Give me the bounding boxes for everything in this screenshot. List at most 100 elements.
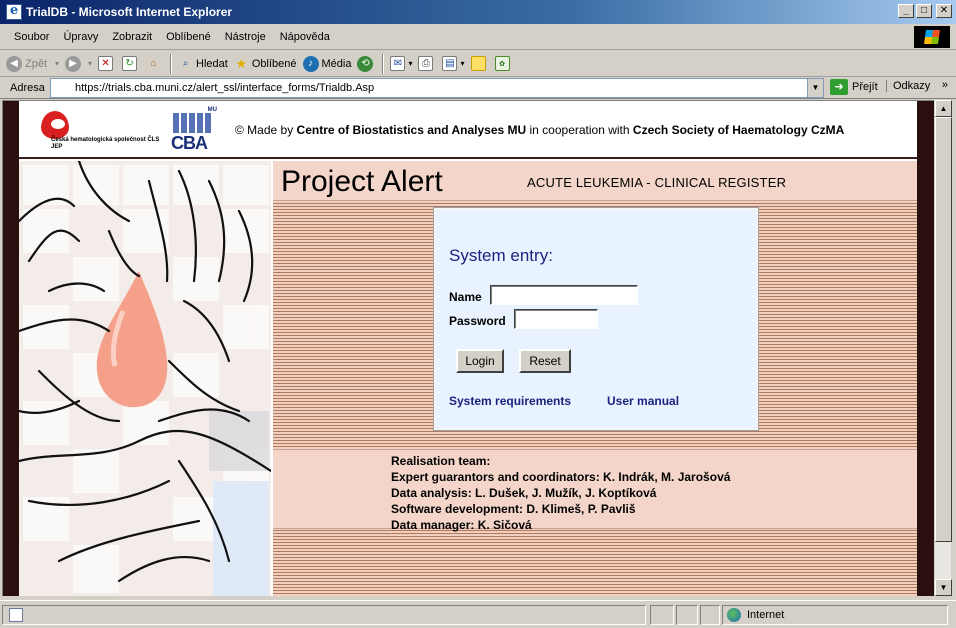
project-title-bar: Project Alert ACUTE LEUKEMIA - CLINICAL … bbox=[273, 161, 917, 201]
search-icon: ⌕ bbox=[182, 58, 189, 69]
stop-icon: ✕ bbox=[98, 56, 114, 71]
go-label: Přejít bbox=[852, 81, 878, 93]
forward-arrow-icon: ▶ bbox=[65, 55, 82, 72]
edit-page-icon: ▤ bbox=[442, 56, 458, 71]
status-text-cell bbox=[2, 605, 646, 625]
star-icon: ★ bbox=[235, 55, 248, 71]
close-button[interactable]: ✕ bbox=[936, 4, 952, 18]
internet-globe-icon bbox=[727, 608, 741, 622]
menu-edit[interactable]: Úpravy bbox=[63, 31, 98, 43]
toolbar-separator bbox=[170, 53, 173, 74]
password-label: Password bbox=[449, 314, 506, 328]
user-manual-link[interactable]: User manual bbox=[607, 394, 679, 408]
refresh-icon: ↻ bbox=[122, 56, 138, 71]
menu-bar: Soubor Úpravy Zobrazit Oblíbené Nástroje… bbox=[0, 24, 956, 50]
notes-button[interactable] bbox=[470, 56, 489, 71]
windows-logo-icon bbox=[914, 26, 950, 48]
address-bar: Adresa https://trials.cba.muni.cz/alert_… bbox=[0, 77, 956, 99]
go-button[interactable]: ➜ Přejít bbox=[830, 79, 878, 95]
address-url[interactable]: https://trials.cba.muni.cz/alert_ssl/int… bbox=[75, 82, 374, 94]
credits-org2: Czech Society of Haematology CzMA bbox=[632, 123, 845, 137]
status-cell bbox=[676, 605, 698, 625]
address-dropdown-icon[interactable]: ▼ bbox=[807, 79, 823, 97]
media-icon: ♪ bbox=[302, 55, 319, 72]
stop-button[interactable]: ✕ bbox=[98, 56, 116, 71]
scroll-up-button[interactable]: ▲ bbox=[935, 100, 952, 117]
forward-button[interactable]: ▶ ▾ bbox=[65, 55, 92, 72]
address-input[interactable]: https://trials.cba.muni.cz/alert_ssl/int… bbox=[50, 78, 824, 98]
back-button[interactable]: ◀ Zpět ▾ bbox=[6, 55, 59, 72]
messenger-icon: ✿ bbox=[494, 56, 510, 71]
menu-file[interactable]: Soubor bbox=[14, 31, 49, 43]
mail-icon: ✉ bbox=[390, 56, 406, 71]
system-requirements-link[interactable]: System requirements bbox=[449, 394, 571, 408]
window-title: TrialDB - Microsoft Internet Explorer bbox=[26, 5, 233, 19]
back-dropdown-icon[interactable]: ▾ bbox=[55, 59, 59, 68]
cba-bars-icon bbox=[173, 113, 213, 133]
toolbar: ◀ Zpět ▾ ▶ ▾ ✕ ↻ ⌂ ⌕ Hledat ★ Oblíbené ♪… bbox=[0, 51, 956, 77]
status-cell bbox=[700, 605, 720, 625]
favorites-label: Oblíbené bbox=[251, 57, 297, 70]
refresh-button[interactable]: ↻ bbox=[122, 56, 140, 71]
scroll-down-button[interactable]: ▼ bbox=[935, 579, 952, 596]
menu-tools[interactable]: Nástroje bbox=[225, 31, 266, 43]
history-button[interactable]: ⟲ bbox=[357, 55, 376, 72]
team-heading: Realisation team: bbox=[391, 454, 491, 468]
window-controls: _ □ ✕ bbox=[898, 4, 952, 18]
back-arrow-icon: ◀ bbox=[6, 55, 22, 72]
zone-label: Internet bbox=[747, 609, 785, 621]
cshs-logo-text: Česká hematologická společnost ČLS JEP bbox=[51, 137, 160, 150]
mail-button[interactable]: ✉ ▾ bbox=[390, 56, 412, 71]
cshs-logo: Česká hematologická společnost ČLS JEP bbox=[37, 109, 159, 153]
menu-view[interactable]: Zobrazit bbox=[112, 31, 152, 43]
toolbar-chevron-icon[interactable]: » bbox=[942, 79, 948, 91]
back-label: Zpět bbox=[25, 57, 48, 70]
home-button[interactable]: ⌂ bbox=[146, 56, 164, 71]
toolbar-separator bbox=[382, 53, 385, 74]
menu-favorites[interactable]: Oblíbené bbox=[166, 31, 211, 43]
edit-button[interactable]: ▤ ▾ bbox=[442, 56, 465, 71]
status-cell bbox=[650, 605, 674, 625]
team-section: Realisation team: Expert guarantors and … bbox=[273, 449, 917, 532]
scroll-thumb[interactable] bbox=[935, 117, 952, 542]
title-bar: TrialDB - Microsoft Internet Explorer _ … bbox=[0, 0, 956, 24]
search-label: Hledat bbox=[196, 57, 228, 70]
security-zone: Internet bbox=[722, 605, 948, 625]
login-panel: System entry: Name Password Login Reset … bbox=[433, 207, 759, 431]
edit-dropdown-icon[interactable]: ▾ bbox=[460, 59, 464, 68]
team-line-analysis: Data analysis: L. Dušek, J. Mužík, J. Ko… bbox=[391, 486, 657, 500]
search-button[interactable]: ⌕ Hledat bbox=[178, 56, 228, 71]
password-input[interactable] bbox=[514, 309, 598, 329]
mail-dropdown-icon[interactable]: ▾ bbox=[408, 59, 412, 68]
messenger-button[interactable]: ✿ bbox=[494, 56, 513, 71]
decorative-illustration bbox=[19, 161, 271, 596]
menu-help[interactable]: Nápověda bbox=[280, 31, 330, 43]
login-heading: System entry: bbox=[449, 246, 553, 265]
reset-button[interactable]: Reset bbox=[519, 349, 571, 373]
print-button[interactable]: ⎙ bbox=[418, 56, 436, 71]
status-bar: Internet bbox=[0, 600, 956, 628]
ie-icon[interactable] bbox=[6, 3, 22, 20]
print-icon: ⎙ bbox=[418, 56, 434, 71]
links-button[interactable]: Odkazy bbox=[886, 80, 930, 92]
cba-logo-text: CBA bbox=[171, 133, 208, 153]
credits-org1: Centre of Biostatistics and Analyses MU bbox=[296, 123, 527, 137]
vertical-scrollbar[interactable]: ▲ ▼ bbox=[934, 100, 952, 596]
name-input[interactable] bbox=[490, 285, 638, 305]
page-icon bbox=[55, 81, 69, 95]
minimize-button[interactable]: _ bbox=[898, 4, 914, 18]
maximize-button[interactable]: □ bbox=[916, 4, 932, 18]
team-line-development: Software development: D. Klimeš, P. Pavl… bbox=[391, 502, 636, 516]
team-line-manager: Data manager: K. Sičová bbox=[391, 518, 532, 532]
credits-prefix: © Made by bbox=[235, 123, 297, 137]
login-button[interactable]: Login bbox=[456, 349, 504, 373]
page-header: Česká hematologická společnost ČLS JEP M… bbox=[19, 101, 917, 159]
page-status-icon bbox=[9, 608, 23, 622]
go-arrow-icon: ➜ bbox=[830, 79, 848, 95]
blood-drop-logo-icon bbox=[41, 111, 69, 139]
web-page: Česká hematologická společnost ČLS JEP M… bbox=[19, 101, 917, 596]
main-panel: Project Alert ACUTE LEUKEMIA - CLINICAL … bbox=[273, 161, 917, 596]
forward-dropdown-icon[interactable]: ▾ bbox=[88, 59, 92, 68]
favorites-button[interactable]: ★ Oblíbené bbox=[234, 56, 297, 71]
media-button[interactable]: ♪ Média bbox=[302, 55, 351, 72]
